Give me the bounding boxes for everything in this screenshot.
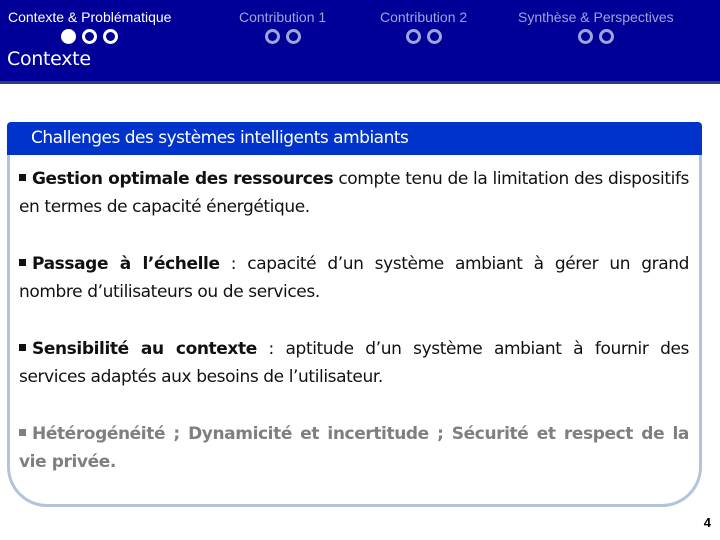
nav-dot-icon[interactable] <box>264 29 280 44</box>
nav-dots <box>518 29 674 44</box>
bullet-square-icon <box>19 173 26 181</box>
bullet-item: Hétérogénéité ; Dynamicité et incertitud… <box>19 420 689 476</box>
bullet-square-icon <box>19 258 26 266</box>
bullet-list: Gestion optimale des ressources compte t… <box>19 165 689 505</box>
bullet-item: Passage à l’échelle : capacité d’un syst… <box>19 250 689 306</box>
page-number: 4 <box>703 515 711 530</box>
nav-dots <box>239 29 326 44</box>
bullet-square-icon <box>19 428 26 436</box>
box-title: Challenges des systèmes intelligents amb… <box>7 122 702 155</box>
bullet-item: Gestion optimale des ressources compte t… <box>19 165 689 221</box>
nav-dot-icon[interactable] <box>577 29 593 44</box>
bullet-bold-term: Gestion optimale des ressources <box>32 169 334 189</box>
nav-dot-icon[interactable] <box>285 29 301 44</box>
nav-dot-icon[interactable] <box>598 29 614 44</box>
nav-dot-icon[interactable] <box>103 29 119 44</box>
slide-section-title: Contexte <box>7 48 91 70</box>
nav-section-label: Contexte & Problématique <box>8 9 172 25</box>
nav-section-label: Contribution 1 <box>239 9 327 25</box>
nav-dots <box>380 29 467 44</box>
nav-dot-icon[interactable] <box>426 29 442 44</box>
bullet-square-icon <box>19 343 26 351</box>
nav-section-label: Synthèse & Perspectives <box>518 9 674 25</box>
bullet-bold-term: Sensibilité au contexte <box>32 339 257 359</box>
nav-dot-icon[interactable] <box>405 29 421 44</box>
bullet-bold-term: Passage à l’échelle <box>32 254 220 274</box>
nav-dot-current-icon[interactable] <box>61 29 77 44</box>
slide-header: Contexte & Problématique Contribution 1 … <box>0 0 720 84</box>
nav-dot-icon[interactable] <box>82 29 98 44</box>
nav-section-contribution-2[interactable]: Contribution 2 <box>380 9 467 44</box>
bullet-item: Sensibilité au contexte : aptitude d’un … <box>19 335 689 391</box>
challenges-box: Challenges des systèmes intelligents amb… <box>7 122 702 507</box>
nav-section-contexte-problematique[interactable]: Contexte & Problématique <box>8 9 171 44</box>
bullet-text: Hétérogénéité ; Dynamicité et incertitud… <box>19 424 689 472</box>
nav-dots <box>8 29 171 44</box>
nav-section-contribution-1[interactable]: Contribution 1 <box>239 9 326 44</box>
nav-section-synthese-perspectives[interactable]: Synthèse & Perspectives <box>518 9 674 44</box>
nav-section-label: Contribution 2 <box>380 9 468 25</box>
